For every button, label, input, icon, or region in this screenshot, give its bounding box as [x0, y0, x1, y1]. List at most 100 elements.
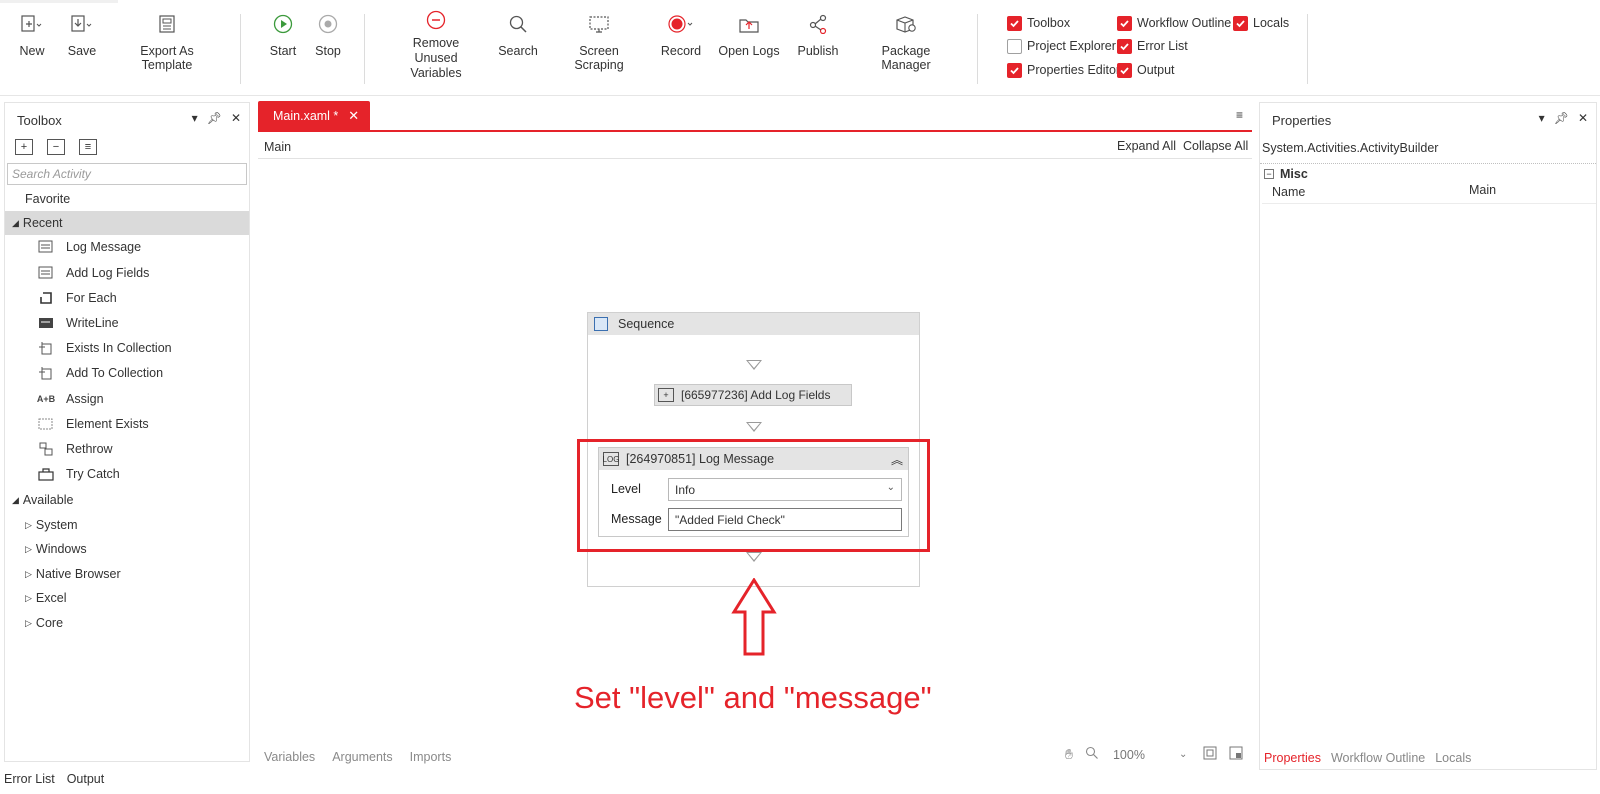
- publish-button[interactable]: Publish: [794, 10, 842, 80]
- checkbox-checked-icon: [1233, 15, 1248, 31]
- new-button[interactable]: New: [17, 10, 47, 80]
- record-button[interactable]: Record: [660, 10, 702, 80]
- play-icon: [273, 10, 293, 38]
- tab-main-xaml[interactable]: Main.xaml * ✕: [258, 101, 370, 130]
- properties-editor-checkbox[interactable]: Properties Editor: [1007, 61, 1120, 79]
- available-excel[interactable]: ▷ Excel: [5, 586, 249, 610]
- tab-variables[interactable]: Variables: [264, 750, 315, 764]
- overview-icon[interactable]: [1229, 746, 1243, 763]
- export-template-button[interactable]: Export As Template: [114, 10, 220, 80]
- tab-locals[interactable]: Locals: [1435, 751, 1471, 765]
- activity-label: Rethrow: [66, 442, 113, 456]
- writeline-icon: [37, 315, 55, 331]
- recent-group[interactable]: ◢ Recent: [5, 211, 249, 235]
- start-button[interactable]: Start: [268, 10, 298, 80]
- package-manager-button[interactable]: Package Manager: [857, 10, 955, 80]
- expand-all-link[interactable]: Expand All: [1117, 139, 1176, 153]
- pin-icon[interactable]: 📌︎: [1554, 111, 1569, 125]
- sequence-title: Sequence: [618, 317, 675, 331]
- expand-all-icon[interactable]: +: [15, 139, 33, 155]
- add-log-fields-activity[interactable]: + [665977236] Add Log Fields: [654, 384, 852, 406]
- activity-exists-in-collection[interactable]: Exists In Collection: [37, 337, 172, 359]
- zoom-level[interactable]: 100%: [1113, 748, 1145, 762]
- tab-arguments[interactable]: Arguments: [332, 750, 392, 764]
- available-native-browser[interactable]: ▷ Native Browser: [5, 562, 249, 586]
- project-explorer-checkbox[interactable]: Project Explorer: [1007, 37, 1116, 55]
- activity-label: WriteLine: [66, 316, 119, 330]
- workflow-outline-checkbox[interactable]: Workflow Outline: [1117, 14, 1231, 32]
- tab-underline: [258, 130, 1252, 132]
- activity-rethrow[interactable]: Rethrow: [37, 438, 113, 460]
- activity-label: Exists In Collection: [66, 341, 172, 355]
- toolbox-checkbox-label: Toolbox: [1027, 16, 1071, 30]
- checkbox-checked-icon: [1007, 15, 1022, 31]
- zoom-bar: ✋︎ 100% ⌄: [1065, 746, 1243, 763]
- locals-checkbox[interactable]: Locals: [1233, 14, 1289, 32]
- tab-imports[interactable]: Imports: [410, 750, 452, 764]
- activity-element-exists[interactable]: Element Exists: [37, 413, 149, 435]
- activity-writeline[interactable]: WriteLine: [37, 312, 119, 334]
- breadcrumb[interactable]: Main: [264, 140, 291, 154]
- activity-log-message[interactable]: Log Message: [37, 236, 141, 258]
- hand-pan-icon[interactable]: ✋︎: [1065, 746, 1073, 763]
- close-tab-icon[interactable]: ✕: [348, 108, 359, 124]
- list-icon[interactable]: ≡: [79, 139, 97, 155]
- available-core[interactable]: ▷ Core: [5, 611, 249, 635]
- activity-add-log-fields[interactable]: Add Log Fields: [37, 262, 149, 284]
- collapse-all-icon[interactable]: −: [47, 139, 65, 155]
- fit-to-screen-icon[interactable]: [1203, 746, 1217, 763]
- misc-category[interactable]: − Misc: [1260, 163, 1596, 183]
- sequence-header[interactable]: Sequence: [588, 313, 919, 335]
- dropdown-icon[interactable]: ▾: [192, 111, 198, 125]
- search-activity-input[interactable]: Search Activity: [7, 163, 247, 185]
- activity-for-each[interactable]: For Each: [37, 287, 117, 309]
- available-group[interactable]: ◢ Available: [5, 488, 249, 512]
- drop-target-arrow[interactable]: [746, 360, 762, 370]
- screen-scraping-button[interactable]: Screen Scraping: [555, 10, 643, 80]
- tab-error-list[interactable]: Error List: [4, 772, 55, 786]
- screen-scraping-icon: [588, 10, 610, 38]
- export-template-label: Export As Template: [140, 44, 194, 72]
- name-property-value[interactable]: Main: [1469, 183, 1496, 197]
- activity-assign[interactable]: A+B Assign: [37, 388, 104, 410]
- status-bar-tabs: Error List Output: [4, 772, 104, 786]
- tab-workflow-outline[interactable]: Workflow Outline: [1331, 751, 1425, 765]
- pin-icon[interactable]: 📌︎: [207, 111, 222, 125]
- search-button[interactable]: Search: [498, 10, 538, 80]
- properties-panel-controls: ▾ 📌︎ ✕: [1539, 111, 1588, 125]
- close-icon[interactable]: ✕: [1578, 111, 1588, 125]
- save-button[interactable]: Save: [67, 10, 97, 80]
- close-icon[interactable]: ✕: [231, 111, 241, 125]
- available-windows[interactable]: ▷ Windows: [5, 537, 249, 561]
- try-catch-icon: [37, 466, 55, 482]
- exists-in-collection-icon: [37, 340, 55, 356]
- package-icon: [894, 10, 918, 38]
- breadcrumb-divider: [258, 158, 1252, 159]
- activity-label: Add Log Fields: [66, 266, 150, 280]
- tab-overflow-icon[interactable]: ≡: [1236, 108, 1243, 122]
- tab-properties[interactable]: Properties: [1264, 751, 1321, 765]
- tab-output[interactable]: Output: [67, 772, 105, 786]
- collapse-all-link[interactable]: Collapse All: [1183, 139, 1248, 153]
- open-logs-button[interactable]: Open Logs: [718, 10, 780, 80]
- output-checkbox[interactable]: Output: [1117, 61, 1175, 79]
- search-label: Search: [498, 44, 538, 58]
- dropdown-icon[interactable]: ▾: [1539, 111, 1545, 125]
- activity-add-to-collection[interactable]: Add To Collection: [37, 362, 163, 384]
- remove-unused-variables-button[interactable]: Remove Unused Variables: [390, 10, 482, 80]
- error-list-checkbox[interactable]: Error List: [1117, 37, 1188, 55]
- stop-button[interactable]: Stop: [313, 10, 343, 80]
- zoom-search-icon[interactable]: [1085, 746, 1099, 763]
- available-system[interactable]: ▷ System: [5, 513, 249, 537]
- annotation-text: Set "level" and "message": [574, 680, 932, 715]
- zoom-dropdown-icon[interactable]: ⌄: [1179, 749, 1187, 760]
- drop-target-arrow[interactable]: [746, 422, 762, 432]
- log-message-icon: [37, 239, 55, 255]
- toolbox-panel-controls: ▾ 📌︎ ✕: [192, 111, 241, 125]
- favorite-group[interactable]: Favorite: [5, 187, 249, 211]
- drop-target-arrow[interactable]: [746, 552, 762, 562]
- open-logs-label: Open Logs: [718, 44, 780, 58]
- toolbox-checkbox[interactable]: Toolbox: [1007, 14, 1070, 32]
- expanded-triangle-icon: ◢: [12, 494, 19, 505]
- activity-try-catch[interactable]: Try Catch: [37, 463, 120, 485]
